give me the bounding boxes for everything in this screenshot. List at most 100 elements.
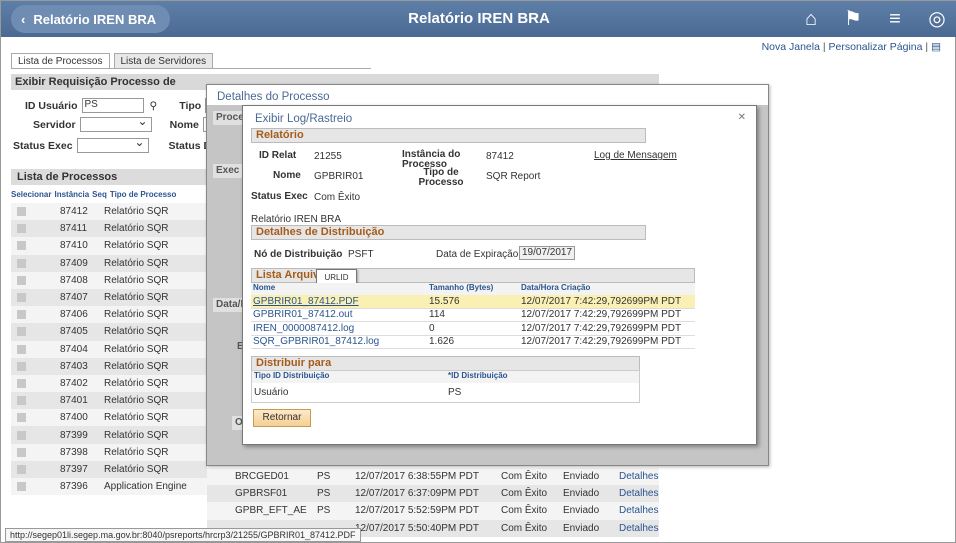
select-checkbox[interactable]	[17, 293, 26, 303]
home-icon[interactable]: ⌂	[799, 7, 823, 31]
instance-cell: 87404	[60, 343, 88, 355]
col-seq[interactable]: Seq	[92, 190, 107, 199]
report-id-value: 21255	[314, 151, 342, 162]
table-row: 87410 Relatório SQR	[11, 237, 207, 255]
dist-type-value: Usuário	[254, 387, 289, 398]
run-status-cell: Com Êxito	[501, 505, 548, 517]
server-select[interactable]	[79, 114, 152, 132]
instance-value: 87412	[486, 151, 514, 162]
process-list-rows: 87412 Relatório SQR 87411 Relatório SQR 8741…	[11, 203, 207, 496]
details-link[interactable]: Detalhes	[619, 471, 658, 482]
table-row: GPBR_EFT_AE PS 12/07/2017 5:52:59PM PDT Com…	[207, 502, 659, 520]
process-type-cell: Relatório SQR	[104, 360, 169, 372]
exec-status-select[interactable]	[76, 135, 149, 153]
select-checkbox[interactable]	[17, 464, 26, 474]
col-process-type[interactable]: Tipo de Processo	[110, 190, 177, 199]
file-link[interactable]: IREN_0000087412.log	[251, 323, 426, 334]
file-link[interactable]: GPBRIR01_87412.out	[251, 309, 426, 320]
table-row: GPBRSF01 PS 12/07/2017 6:37:09PM PDT Com Êx…	[207, 485, 659, 503]
dist-status-cell: Enviado	[563, 522, 600, 534]
tab-process-list[interactable]: Lista de Processos	[11, 53, 110, 69]
col-dist-id: *ID Distribuição	[448, 371, 508, 380]
user-id-input[interactable]: PS	[81, 98, 144, 113]
process-type-cell: Relatório SQR	[104, 412, 169, 424]
return-button[interactable]: Retornar	[253, 409, 311, 427]
personalize-link[interactable]: Personalizar Página	[829, 41, 923, 53]
file-row: GPBRIR01_87412.out 114 12/07/2017 7:42:29,…	[251, 309, 695, 322]
dist-node-label: Nó de Distribuição	[254, 249, 343, 260]
select-checkbox[interactable]	[17, 447, 26, 457]
distribute-to-bar: Distribuir para	[251, 356, 640, 371]
select-checkbox[interactable]	[17, 378, 26, 388]
process-section-label: Proce	[213, 111, 244, 125]
details-link[interactable]: Detalhes	[619, 488, 658, 499]
select-checkbox[interactable]	[17, 430, 26, 440]
file-link[interactable]: SQR_GPBRIR01_87412.log	[251, 336, 426, 347]
process-type-cell: Relatório SQR	[104, 292, 169, 304]
instance-cell: 87405	[60, 326, 88, 338]
col-instance[interactable]: Instância	[54, 190, 89, 199]
search-icon[interactable]: ⚲	[150, 100, 158, 112]
report-description: Relatório IREN BRA	[251, 214, 342, 225]
select-checkbox[interactable]	[17, 327, 26, 337]
process-type-cell: Relatório SQR	[104, 377, 169, 389]
menu-icon[interactable]: ≡	[883, 7, 907, 31]
select-checkbox[interactable]	[17, 241, 26, 251]
file-link[interactable]: GPBRIR01_87412.PDF	[251, 296, 426, 307]
table-row: 87404 Relatório SQR	[11, 340, 207, 358]
flag-icon[interactable]: ⚑	[841, 7, 865, 31]
tab-server-list[interactable]: Lista de Servidores	[113, 53, 214, 69]
select-checkbox[interactable]	[17, 207, 26, 217]
close-icon[interactable]: ✕	[738, 112, 746, 123]
new-window-link[interactable]: Nova Janela	[762, 41, 820, 53]
file-date-cell: 12/07/2017 7:42:29,792699PM PDT	[521, 336, 682, 348]
status-bar-url: http://segep01li.segep.ma.gov.br:8040/ps…	[5, 528, 361, 542]
compass-icon[interactable]: ◎	[925, 7, 949, 31]
table-row: 87401 Relatório SQR	[11, 392, 207, 410]
select-checkbox[interactable]	[17, 482, 26, 492]
process-type-cell: Relatório SQR	[104, 223, 169, 235]
distribution-section-bar: Detalhes de Distribuição	[251, 225, 646, 240]
select-checkbox[interactable]	[17, 413, 26, 423]
instance-cell: 87408	[60, 274, 88, 286]
table-row: 87403 Relatório SQR	[11, 357, 207, 375]
table-row: 87398 Relatório SQR	[11, 443, 207, 461]
col-file-name: Nome	[253, 283, 276, 292]
table-row: 87396 Application Engine	[11, 478, 207, 496]
file-date-cell: 12/07/2017 7:42:29,792699PM PDT	[521, 322, 682, 334]
select-checkbox[interactable]	[17, 361, 26, 371]
instance-cell: 87403	[60, 360, 88, 372]
process-type-value: SQR Report	[486, 171, 541, 182]
select-checkbox[interactable]	[17, 396, 26, 406]
process-list-extra-rows: BRCGED01 PS 12/07/2017 6:38:55PM PDT Com Êx…	[207, 468, 659, 537]
select-checkbox[interactable]	[17, 224, 26, 234]
select-checkbox[interactable]	[17, 275, 26, 285]
instance-cell: 87397	[60, 463, 88, 475]
file-date-cell: 12/07/2017 7:42:29,792699PM PDT	[521, 295, 682, 307]
select-checkbox[interactable]	[17, 310, 26, 320]
instance-cell: 87412	[60, 206, 88, 218]
type-label: Tipo	[179, 99, 202, 112]
select-checkbox[interactable]	[17, 258, 26, 268]
table-row: 87399 Relatório SQR	[11, 426, 207, 444]
help-icon[interactable]: ▤	[931, 41, 941, 53]
instance-cell: 87396	[60, 481, 88, 493]
date-cell: 12/07/2017 5:52:59PM PDT	[355, 505, 479, 517]
details-link[interactable]: Detalhes	[619, 505, 658, 516]
instance-cell: 87409	[60, 257, 88, 269]
instance-cell: 87410	[60, 240, 88, 252]
run-status-cell: Com Êxito	[501, 471, 548, 483]
instance-cell: 87399	[60, 429, 88, 441]
datetime-section-label: Data/H	[213, 298, 248, 312]
user-cell: PS	[317, 471, 331, 483]
table-row: 87407 Relatório SQR	[11, 288, 207, 307]
name-label: Nome	[169, 118, 199, 131]
process-type-cell: Relatório SQR	[104, 240, 169, 252]
file-list-header: Nome Tamanho (Bytes) Data/Hora Criação	[251, 283, 695, 295]
message-log-link[interactable]: Log de Mensagem	[594, 150, 677, 161]
date-cell: 12/07/2017 6:37:09PM PDT	[355, 488, 479, 500]
file-row: SQR_GPBRIR01_87412.log 1.626 12/07/2017 7:…	[251, 336, 695, 349]
select-checkbox[interactable]	[17, 344, 26, 354]
details-link[interactable]: Detalhes	[619, 523, 658, 534]
user-cell: PS	[317, 488, 331, 500]
